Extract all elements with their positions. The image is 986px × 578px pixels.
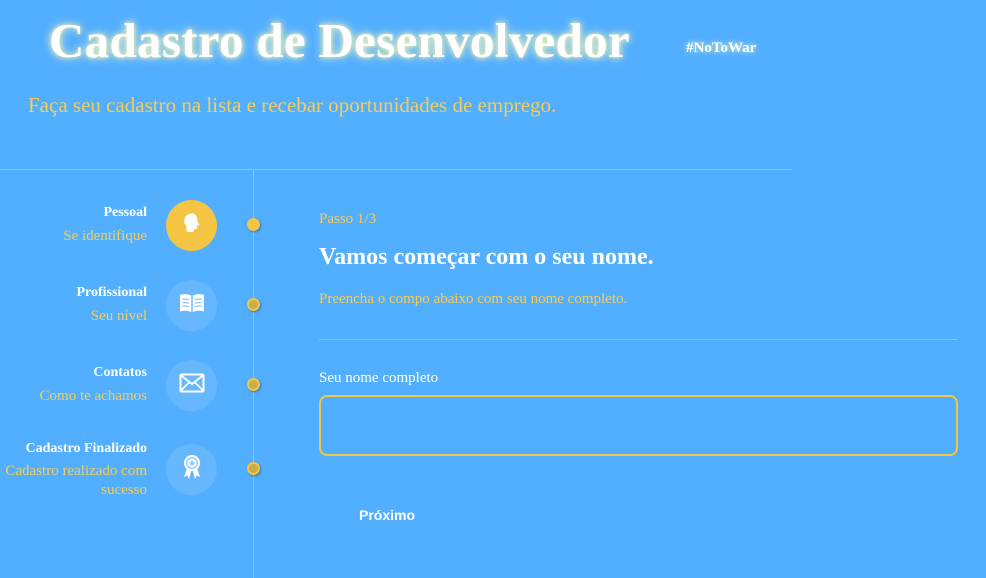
step-finished[interactable]: Cadastro Finalizado Cadastro realizado c… (0, 440, 270, 500)
full-name-input[interactable] (319, 395, 958, 456)
step-description: Seu nível (90, 308, 147, 324)
step-description: Se identifique (63, 228, 147, 244)
step-dot (247, 218, 260, 231)
step-dot (247, 298, 260, 311)
next-button[interactable]: Próximo (343, 502, 431, 528)
envelope-icon (179, 373, 205, 398)
step-description: Como te achamos (39, 388, 147, 404)
step-icon-circle (166, 280, 217, 331)
person-head-icon (180, 211, 204, 240)
form-heading: Vamos começar com o seu nome. (319, 244, 654, 270)
form-helper-text: Preencha o compo abaixo com seu nome com… (319, 291, 628, 307)
step-icon-circle (166, 200, 217, 251)
step-title: Profissional (76, 285, 147, 300)
book-icon (179, 292, 205, 319)
page-subtitle: Faça seu cadastro na lista e recebar opo… (28, 93, 557, 117)
header-divider (0, 169, 792, 170)
step-icon-circle (166, 444, 217, 495)
step-professional[interactable]: Profissional Seu nível (0, 280, 270, 332)
step-contacts[interactable]: Contatos Como te achamos (0, 360, 270, 412)
step-dot (247, 378, 260, 391)
form-divider (319, 339, 957, 340)
full-name-label: Seu nome completo (319, 370, 439, 386)
step-dot (247, 462, 260, 475)
step-title: Contatos (93, 365, 147, 380)
step-title: Cadastro Finalizado (25, 441, 147, 456)
award-badge-icon (181, 454, 203, 485)
step-indicator: Passo 1/3 (319, 211, 377, 227)
step-description: Cadastro realizado com sucesso (5, 463, 147, 498)
page-title: Cadastro de Desenvolvedor (49, 13, 630, 68)
step-title: Pessoal (103, 205, 147, 220)
hashtag-label: #NoToWar (686, 40, 757, 56)
step-icon-circle (166, 360, 217, 411)
step-personal[interactable]: Pessoal Se identifique (0, 200, 270, 252)
